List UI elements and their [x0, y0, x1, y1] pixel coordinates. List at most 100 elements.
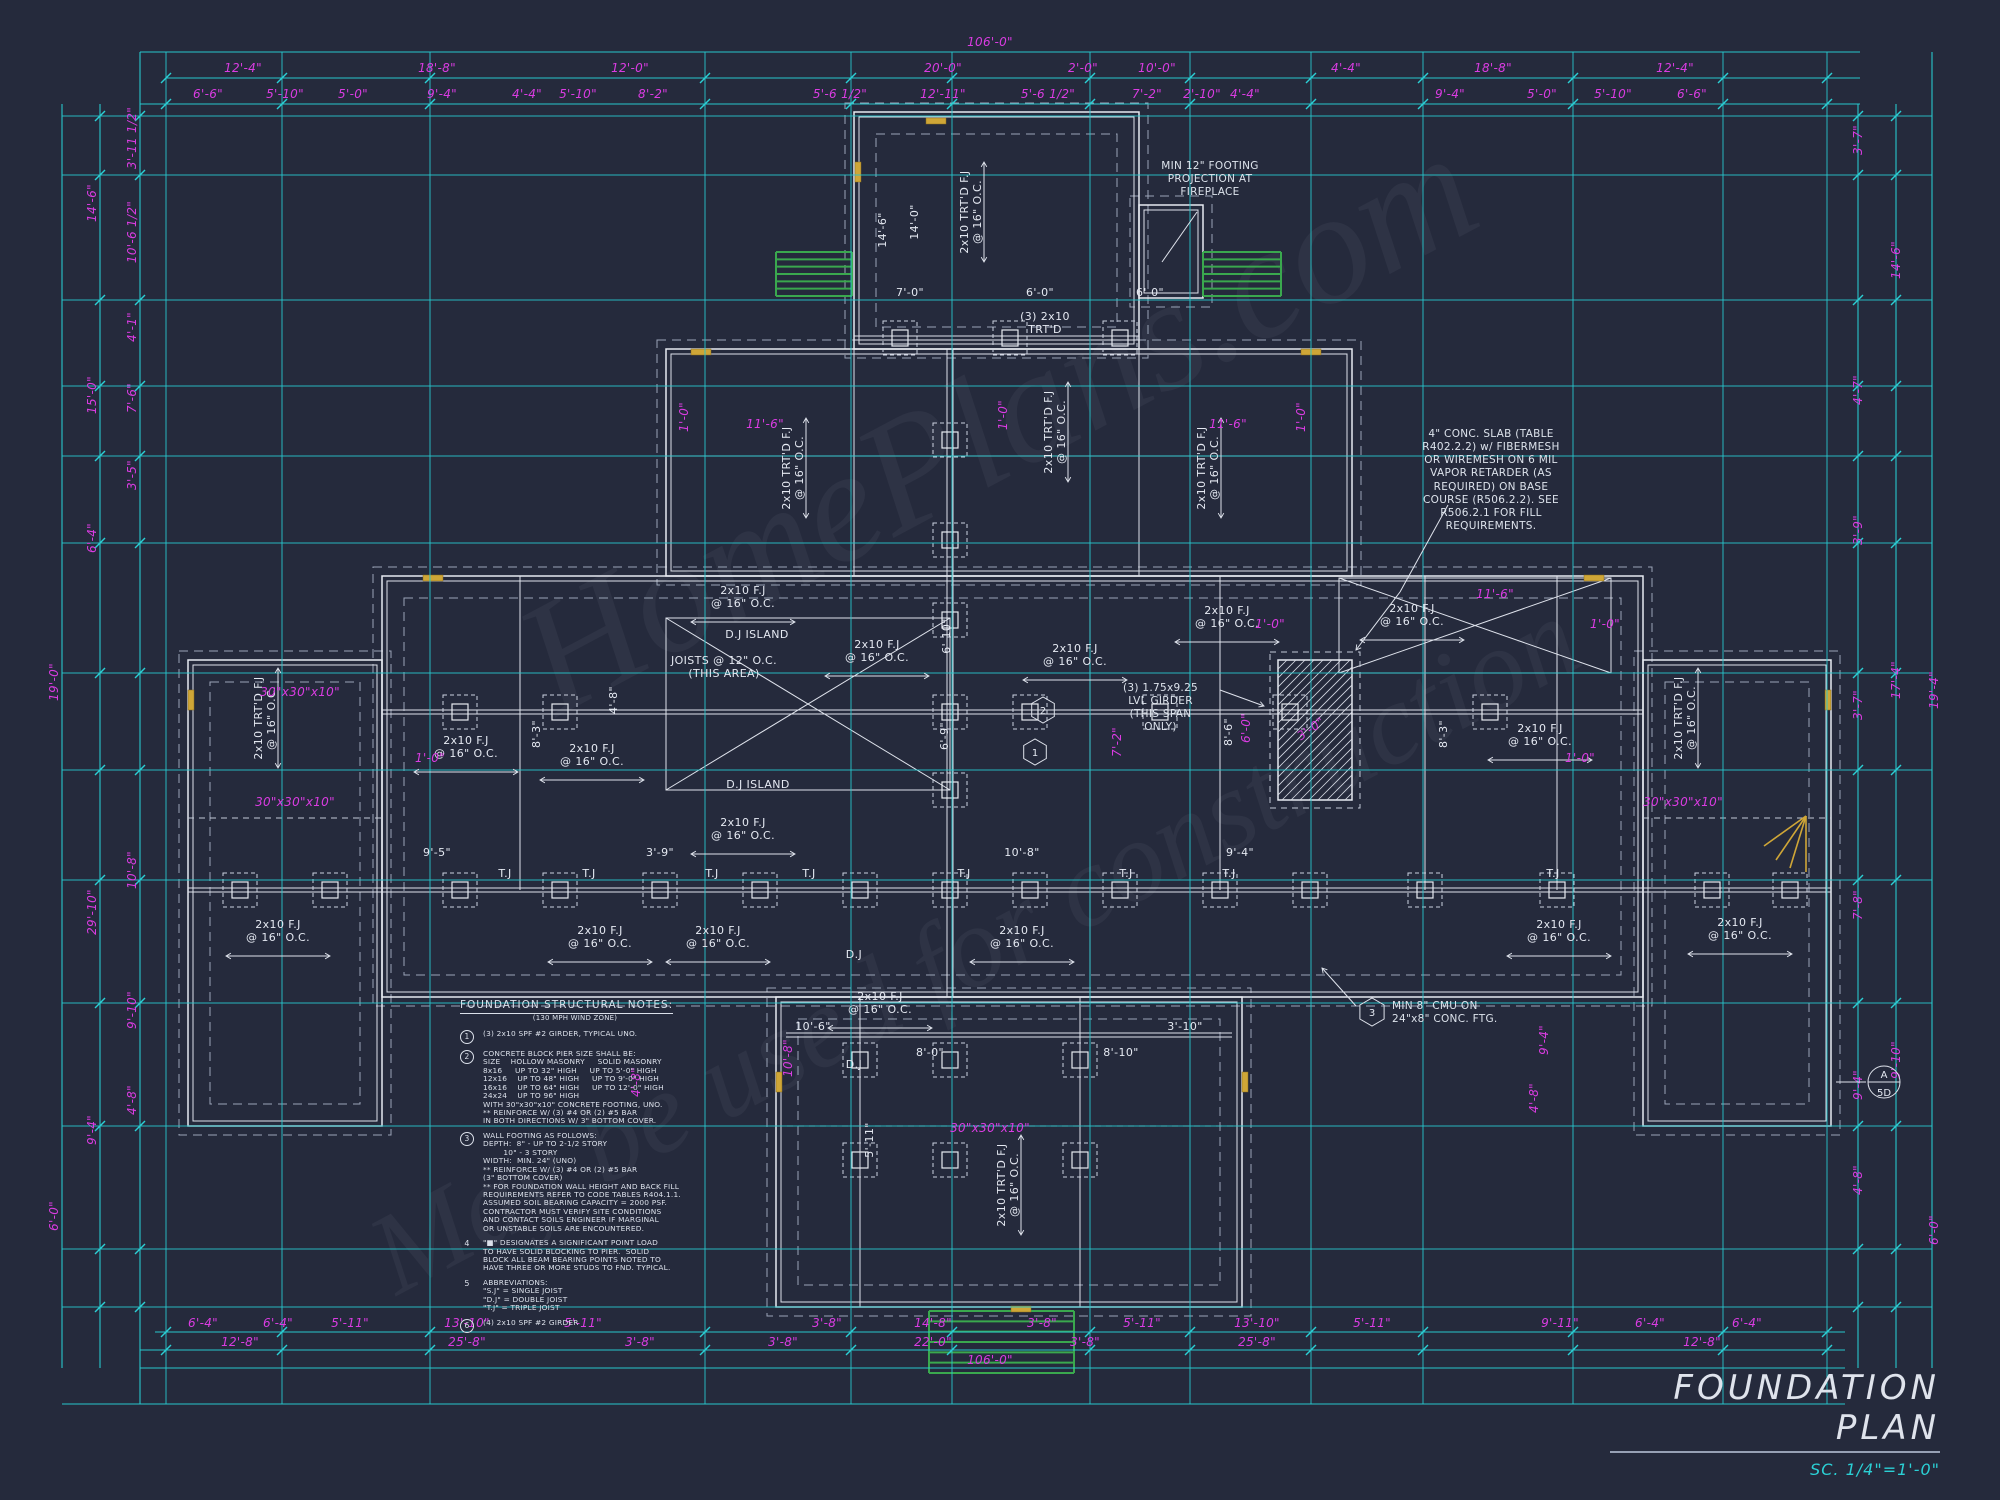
- dimension-label: 12'-4": [224, 61, 262, 75]
- dimension-label: 3'-7": [1851, 690, 1865, 720]
- joist-label: 2x10 F.J@ 16" O.C.: [568, 924, 632, 950]
- sheet-scale: SC. 1/4"=1'-0": [1610, 1460, 1940, 1479]
- dimension-label: 4'-1": [125, 312, 139, 342]
- joist-label: T.J: [704, 867, 718, 880]
- dimension-label: 6'-4": [188, 1316, 218, 1330]
- notes-items: 1(3) 2x10 SPF #2 GIRDER, TYPICAL UNO.2CO…: [460, 1030, 800, 1333]
- joist-label: 2x10 F.J@ 16" O.C.: [246, 918, 310, 944]
- dimension-label: 13'-10": [1234, 1316, 1280, 1330]
- foundation-structural-notes: FOUNDATION STRUCTURAL NOTES: (130 MPH WI…: [460, 1000, 800, 1339]
- joist-label: 8'-0": [916, 1046, 944, 1059]
- joist-label: 6'-10": [940, 618, 953, 653]
- section-marker-bottom-label: 5D: [1877, 1088, 1891, 1099]
- dimension-label: 5'-11": [1353, 1316, 1391, 1330]
- title-underline: [1610, 1451, 1940, 1453]
- joist-label: T.J: [1545, 867, 1559, 880]
- dimension-label: 5'-10": [1594, 87, 1632, 101]
- dimension-label: 7'-8": [1851, 890, 1865, 920]
- dimension-label: 5'-11": [331, 1316, 369, 1330]
- joist-label: T.J: [1221, 867, 1235, 880]
- joist-label: D.J ISLAND: [726, 778, 790, 791]
- joist-label: T.J: [497, 867, 511, 880]
- dimension-label: 3'-5": [125, 460, 139, 490]
- cmu-callout: MIN 8" CMU ON24"x8" CONC. FTG.: [1392, 1000, 1562, 1026]
- lvl-girder-callout: (3) 1.75x9.25LVL GIRDER(THIS SPANONLY): [1098, 682, 1223, 735]
- dimension-label: 4'-4": [1331, 61, 1361, 75]
- dimension-label: 18'-8": [418, 61, 456, 75]
- dimension-label: 4'-7": [1851, 375, 1865, 405]
- inner-dimension-label: 1'-0": [1255, 617, 1285, 631]
- dimension-label: 2'-0": [1068, 61, 1098, 75]
- dimension-label: 14'-6": [1889, 241, 1903, 279]
- note-item: 3WALL FOOTING AS FOLLOWS:DEPTH: 8" - UP …: [460, 1132, 800, 1233]
- joist-label: 2x10 TRT'D F.J@ 16" O.C.: [958, 170, 984, 253]
- dimension-label: 5'-6 1/2": [813, 87, 867, 101]
- notes-heading: FOUNDATION STRUCTURAL NOTES:: [460, 1000, 673, 1014]
- dimension-label: 6'-0": [47, 1201, 61, 1231]
- joist-label: T.J: [801, 867, 815, 880]
- joist-label: 8'-3": [530, 720, 543, 748]
- dimension-label: 20'-0": [924, 61, 962, 75]
- joist-label: (3) 2x10TRT'D: [1020, 310, 1070, 336]
- joist-label: 2x10 F.J@ 16" O.C.: [686, 924, 750, 950]
- inner-dimension-label: 9'-4": [1537, 1025, 1551, 1055]
- joist-label: 2x10 F.J@ 16" O.C.: [845, 638, 909, 664]
- leader-line-layer: [1024, 212, 1900, 1098]
- dimension-label: 9'-4": [1435, 87, 1465, 101]
- joist-label: 2x10 F.J@ 16" O.C.: [711, 816, 775, 842]
- dimension-label: 19'-0": [47, 663, 61, 701]
- joist-label: 2x10 F.J@ 16" O.C.: [1508, 722, 1572, 748]
- joist-label: 3'-9": [646, 846, 674, 859]
- inner-dimension-label: 4'-8": [1527, 1083, 1541, 1113]
- girder-key-1: 1: [1032, 748, 1038, 759]
- dimension-label: 4'-8": [125, 1085, 139, 1115]
- joist-label: 2x10 TRT'D F.J@ 16" O.C.: [995, 1143, 1021, 1226]
- dimension-label: 5'-0": [338, 87, 368, 101]
- dimension-label: 3'-7": [1851, 125, 1865, 155]
- joist-label: 6'-0": [1136, 286, 1164, 299]
- joist-label: T.J: [1118, 867, 1132, 880]
- joist-label: 9'-5": [423, 846, 451, 859]
- inner-dimension-label: 11'-6": [1209, 417, 1247, 431]
- dimension-label: 18'-8": [1474, 61, 1512, 75]
- dimension-label: 25'-8": [1238, 1335, 1276, 1349]
- notes-wind-zone: (130 MPH WIND ZONE): [460, 1015, 690, 1023]
- inner-dimension-label: 1'-0": [677, 402, 691, 432]
- joist-label: 2x10 F.J@ 16" O.C.: [1195, 604, 1259, 630]
- dimension-label: 106'-0": [967, 1353, 1013, 1367]
- joist-label: D.J: [846, 1058, 862, 1071]
- dimension-label: 5'-0": [1527, 87, 1557, 101]
- dimension-label: 5'-6 1/2": [1021, 87, 1075, 101]
- joist-label: 8'-10": [1103, 1046, 1138, 1059]
- dimension-label: 6'-0": [1927, 1215, 1941, 1245]
- foundation-plan-drawing: 106'-0"12'-4"18'-8"12'-0"20'-0"2'-0"10'-…: [0, 0, 2000, 1500]
- dimension-label: 14'-8": [914, 1316, 952, 1330]
- dimension-label: 4'-4": [1230, 87, 1260, 101]
- joist-label: 6'-0": [1026, 286, 1054, 299]
- inner-dimension-label: 11'-6": [1476, 587, 1514, 601]
- dimension-label: 22'-0": [914, 1335, 952, 1349]
- girder-key-2: 2: [1040, 706, 1046, 717]
- dimension-label: 17'-4": [1889, 661, 1903, 699]
- joist-label: 5'-11": [863, 1122, 876, 1157]
- detail-layer: [188, 336, 1831, 1126]
- dimension-label: 6'-4": [1732, 1316, 1762, 1330]
- joist-label: 2x10 F.J@ 16" O.C.: [1043, 642, 1107, 668]
- dimension-label: 6'-4": [85, 523, 99, 553]
- dimension-label: 10'-6 1/2": [125, 201, 139, 263]
- note-item: 4"■" DESIGNATES A SIGNIFICANT POINT LOAD…: [460, 1239, 800, 1273]
- conc-slab-callout: 4" CONC. SLAB (TABLER402.2.2) w/ FIBERME…: [1415, 428, 1567, 533]
- dimension-label: 9'-11": [1541, 1316, 1579, 1330]
- joist-label: T.J: [956, 867, 970, 880]
- inner-dimension-label: 30"x30"x10": [1643, 795, 1723, 809]
- note-item: 5ABBREVIATIONS:"S.J" = SINGLE JOIST"D.J"…: [460, 1279, 800, 1313]
- dimension-label: 8'-2": [638, 87, 668, 101]
- dimension-label: 3'-9": [1851, 515, 1865, 545]
- dimension-label: 7'-6": [125, 383, 139, 413]
- dimension-label: 9'-10": [125, 991, 139, 1029]
- dimension-label: 4'-4": [512, 87, 542, 101]
- note-item: 2CONCRETE BLOCK PIER SIZE SHALL BE:SIZE …: [460, 1050, 800, 1126]
- inner-dimension-label: 6'-0": [1239, 713, 1253, 743]
- dimension-label: 6'-6": [1677, 87, 1707, 101]
- dimension-label: 10'-0": [1138, 61, 1176, 75]
